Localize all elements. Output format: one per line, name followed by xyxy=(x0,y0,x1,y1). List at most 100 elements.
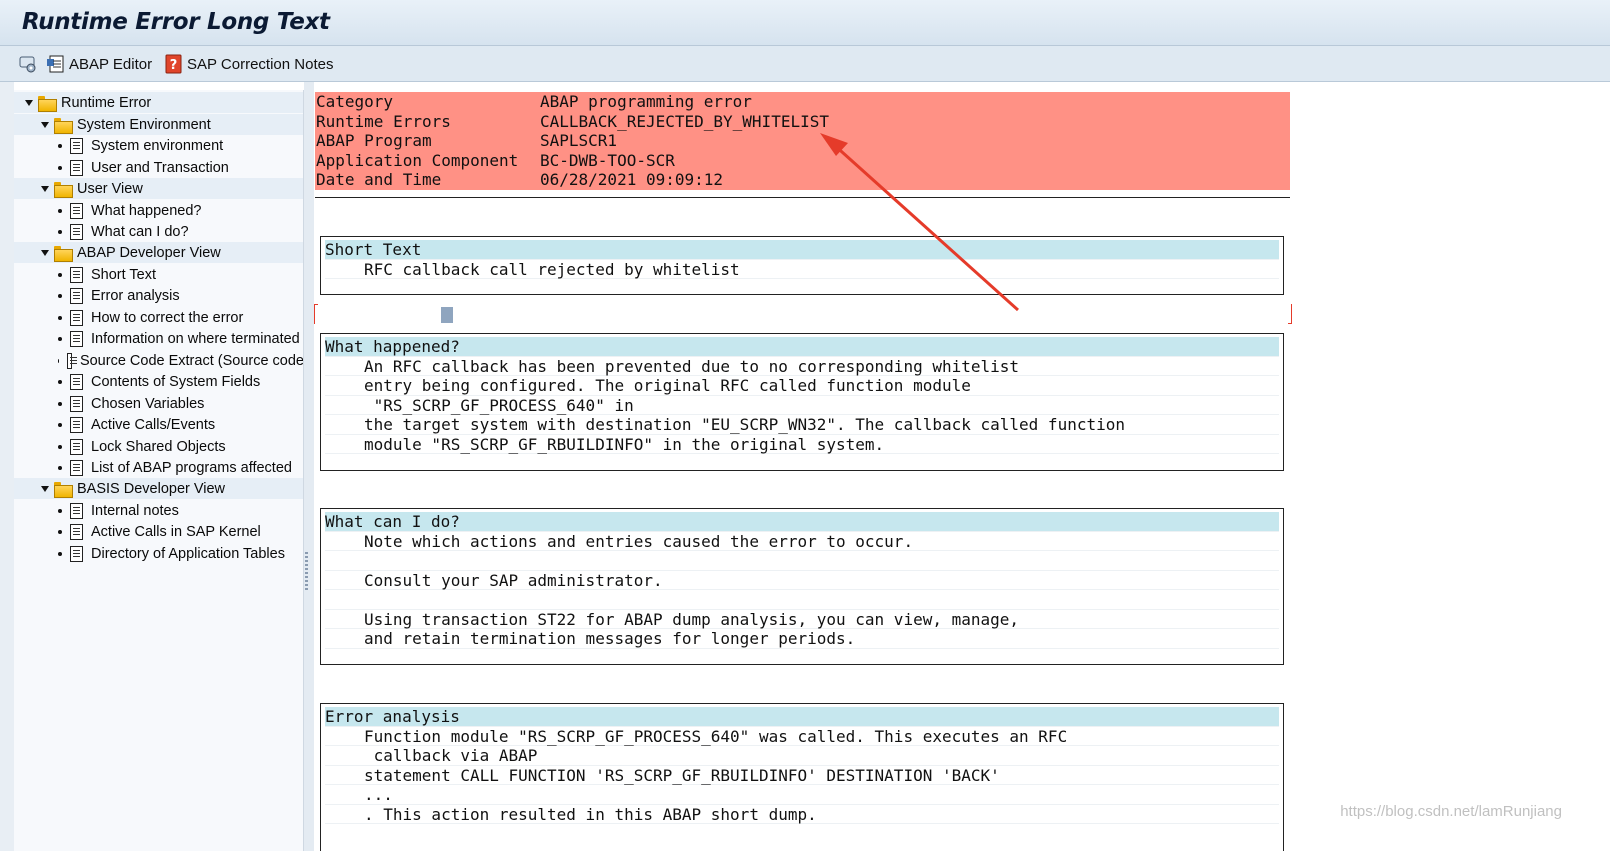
selection-corner-icon xyxy=(314,304,318,324)
tree-item-label: System environment xyxy=(91,137,224,154)
tree-item-label: Contents of System Fields xyxy=(91,373,261,390)
tree-item-label: What can I do? xyxy=(91,223,189,240)
tree-item-system-fields[interactable]: Contents of System Fields xyxy=(14,371,303,392)
header-value: CALLBACK_REJECTED_BY_WHITELIST xyxy=(540,111,829,131)
tree-node-runtime-error[interactable]: Runtime Error xyxy=(14,92,303,113)
tree-node-label: BASIS Developer View xyxy=(77,480,226,497)
expand-caret-icon[interactable] xyxy=(40,248,50,258)
header-row-runtime-errors: Runtime Errors CALLBACK_REJECTED_BY_WHITE… xyxy=(315,111,1290,131)
expand-caret-icon[interactable] xyxy=(40,120,50,130)
tree-item-how-to-correct[interactable]: How to correct the error xyxy=(14,307,303,328)
bullet-icon xyxy=(58,422,62,427)
error-long-text-content: Category ABAP programming error Runtime E… xyxy=(314,82,1610,851)
tree-item-label: Source Code Extract (Source code xyxy=(79,352,304,369)
settings-icon xyxy=(18,54,38,74)
header-row-date-and-time: Date and Time 06/28/2021 09:09:12 xyxy=(315,170,1290,190)
section-line: callback via ABAP xyxy=(325,746,1279,766)
abap-editor-button[interactable]: ABAP Editor xyxy=(46,52,152,76)
document-icon xyxy=(70,266,83,283)
tree-item-label: Information on where terminated xyxy=(91,330,300,347)
tree-item-label: Directory of Application Tables xyxy=(91,545,285,562)
error-header-table: Category ABAP programming error Runtime E… xyxy=(315,92,1290,190)
tree-item-chosen-variables[interactable]: Chosen Variables xyxy=(14,393,303,414)
header-key: ABAP Program xyxy=(316,131,432,151)
section-line: statement CALL FUNCTION 'RS_SCRP_GF_RBUI… xyxy=(325,766,1279,785)
tree-item-lock-shared-objects[interactable]: Lock Shared Objects xyxy=(14,436,303,457)
tree-item-label: Internal notes xyxy=(91,502,179,519)
section-line xyxy=(325,551,1279,571)
tree-node-system-environment[interactable]: System Environment xyxy=(14,114,303,135)
bullet-icon xyxy=(58,315,62,320)
bullet-icon xyxy=(58,444,62,449)
section-line: entry being configured. The original RFC… xyxy=(325,376,1279,396)
header-divider xyxy=(315,197,1290,198)
document-icon xyxy=(70,287,83,304)
tree-item-what-can-i-do[interactable]: What can I do? xyxy=(14,221,303,242)
tree-item-label: How to correct the error xyxy=(91,309,244,326)
correction-notes-icon: ? xyxy=(164,54,184,74)
section-line: "RS_SCRP_GF_PROCESS_640" in xyxy=(325,396,1279,415)
section-line xyxy=(325,590,1279,610)
section-line: Note which actions and entries caused th… xyxy=(325,532,1279,551)
header-key: Date and Time xyxy=(316,170,442,190)
bullet-icon xyxy=(58,508,62,513)
document-icon xyxy=(70,373,83,390)
section-line: Using transaction ST22 for ABAP dump ana… xyxy=(325,610,1279,629)
tree-node-basis-developer-view[interactable]: BASIS Developer View xyxy=(14,478,303,499)
section-what-can-i-do: What can I do? Note which actions and en… xyxy=(320,508,1284,665)
window-title: Runtime Error Long Text xyxy=(22,9,330,35)
panel-splitter[interactable] xyxy=(304,82,314,851)
bullet-icon xyxy=(58,293,62,298)
tree-item-system-environment[interactable]: System environment xyxy=(14,135,303,156)
section-line: Consult your SAP administrator. xyxy=(325,571,1279,590)
tree-item-active-calls-events[interactable]: Active Calls/Events xyxy=(14,414,303,435)
tree-node-label: ABAP Developer View xyxy=(77,244,221,261)
tree-node-user-view[interactable]: User View xyxy=(14,178,303,199)
tree-item-label: Active Calls in SAP Kernel xyxy=(91,523,261,540)
expand-caret-icon[interactable] xyxy=(40,184,50,194)
document-icon xyxy=(70,137,83,154)
section-heading: What can I do? xyxy=(325,512,1279,532)
section-short-text: Short Text RFC callback call rejected by… xyxy=(320,236,1284,295)
folder-icon xyxy=(38,95,57,112)
tree-item-label: Active Calls/Events xyxy=(91,416,216,433)
bullet-icon xyxy=(58,272,62,277)
tree-item-internal-notes[interactable]: Internal notes xyxy=(14,500,303,521)
section-error-analysis: Error analysis Function module "RS_SCRP_… xyxy=(320,703,1284,851)
expand-caret-icon[interactable] xyxy=(24,98,34,108)
navigation-tree: Runtime Error System Environment System … xyxy=(14,90,304,851)
document-icon xyxy=(70,545,83,562)
section-heading: Short Text xyxy=(325,240,1279,260)
bullet-icon xyxy=(58,358,60,363)
header-key: Runtime Errors xyxy=(316,111,451,131)
tree-node-abap-developer-view[interactable]: ABAP Developer View xyxy=(14,242,303,263)
tree-node-label: User View xyxy=(77,180,143,197)
splitter-grip-icon[interactable] xyxy=(305,552,308,592)
abap-editor-label: ABAP Editor xyxy=(69,55,153,73)
tree-item-source-code-extract[interactable]: Source Code Extract (Source code xyxy=(14,350,304,371)
document-icon xyxy=(70,523,83,540)
bullet-icon xyxy=(58,165,62,170)
section-what-happened: What happened? An RFC callback has been … xyxy=(320,333,1284,471)
tree-item-error-analysis[interactable]: Error analysis xyxy=(14,285,303,306)
tree-item-short-text[interactable]: Short Text xyxy=(14,264,303,285)
expand-caret-icon[interactable] xyxy=(40,484,50,494)
tree-gutter xyxy=(0,82,14,851)
bullet-icon xyxy=(58,143,62,148)
document-icon xyxy=(70,459,83,476)
section-line: Function module "RS_SCRP_GF_PROCESS_640"… xyxy=(325,727,1279,746)
display-settings-button[interactable] xyxy=(18,52,41,76)
header-row-application-component: Application Component BC-DWB-TOO-SCR xyxy=(315,150,1290,170)
tree-item-where-terminated[interactable]: Information on where terminated xyxy=(14,328,303,349)
selection-area[interactable] xyxy=(314,304,1292,326)
sap-correction-notes-label: SAP Correction Notes xyxy=(187,55,334,73)
document-icon xyxy=(70,309,83,326)
sap-correction-notes-button[interactable]: ? SAP Correction Notes xyxy=(164,52,333,76)
tree-item-user-and-transaction[interactable]: User and Transaction xyxy=(14,157,303,178)
tree-item-what-happened[interactable]: What happened? xyxy=(14,200,303,221)
document-icon xyxy=(70,223,83,240)
tree-item-active-calls-kernel[interactable]: Active Calls in SAP Kernel xyxy=(14,521,303,542)
tree-item-application-tables[interactable]: Directory of Application Tables xyxy=(14,543,303,564)
tree-item-abap-programs-affected[interactable]: List of ABAP programs affected xyxy=(14,457,303,478)
tree-item-label: Error analysis xyxy=(91,287,180,304)
